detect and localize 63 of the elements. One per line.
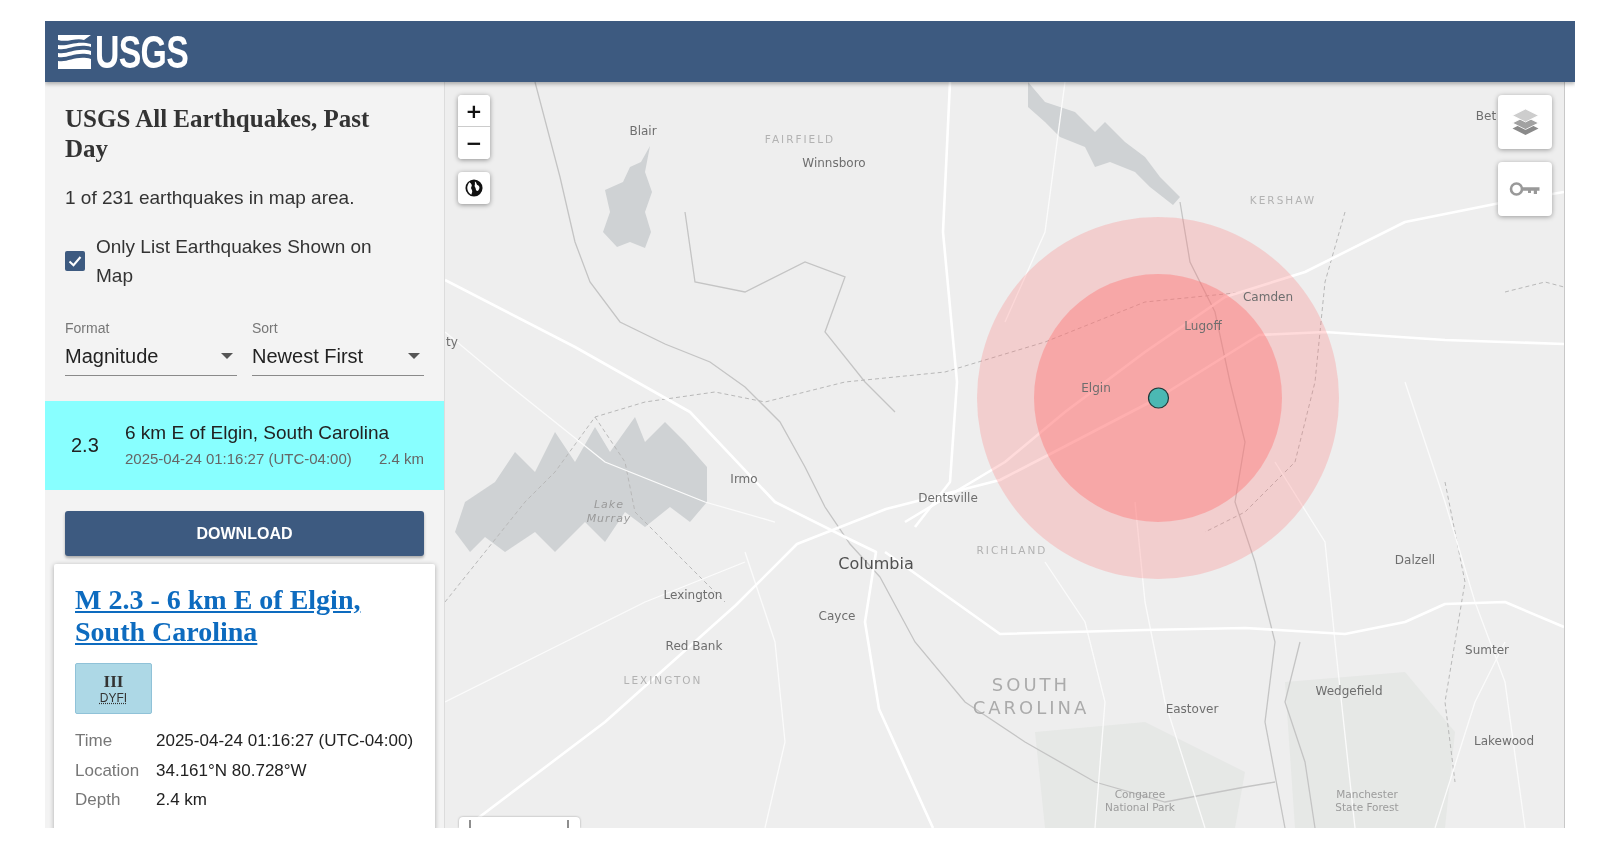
earthquake-time: 2025-04-24 01:16:27 (UTC-04:00) xyxy=(125,449,352,469)
county-label: FAIRFIELD xyxy=(764,133,836,145)
select-label: Format xyxy=(65,319,111,337)
event-title-link[interactable]: M 2.3 - 6 km E of Elgin, South Carolina xyxy=(75,584,429,648)
detail-label: Time xyxy=(75,730,114,752)
logo-text: USGS xyxy=(95,31,189,72)
county-label: KERSHAW xyxy=(1249,194,1317,206)
county-label: LEXINGTON xyxy=(623,674,703,686)
place-label: Lakewood xyxy=(1473,734,1535,748)
place-label: Elgin xyxy=(1081,381,1111,395)
zoom-out-button[interactable]: − xyxy=(458,127,490,159)
key-icon xyxy=(1509,181,1541,197)
earthquake-list-item[interactable]: 2.3 6 km E of Elgin, South Carolina 2025-04-24 01:16:27 (UTC-04:00) 2.4 km xyxy=(45,401,444,490)
panel-title: USGS All Earthquakes, Past Day xyxy=(65,104,371,164)
intensity-value: III xyxy=(103,671,124,691)
place-label: Dentsville xyxy=(918,491,978,505)
place-label: Eastover xyxy=(1165,702,1219,716)
dyfi-label: DYFI xyxy=(99,690,128,706)
county-label: RICHLAND xyxy=(976,544,1048,556)
state-label: SOUTH CAROLINA xyxy=(972,673,1090,719)
checkbox[interactable] xyxy=(65,251,85,271)
select-field[interactable]: Newest First xyxy=(252,337,424,376)
download-button[interactable]: DOWNLOAD xyxy=(65,511,424,556)
lake-label: Lake Murray xyxy=(586,498,632,526)
legend-button[interactable] xyxy=(1498,162,1552,216)
caret-icon xyxy=(221,353,233,359)
caret-icon xyxy=(408,353,420,359)
earthquake-depth: 2.4 km xyxy=(379,449,424,469)
city-label: Columbia xyxy=(838,553,914,573)
park-label: Congaree National Park xyxy=(1104,788,1176,814)
detail-value: 34.161°N 80.728°W xyxy=(156,759,308,782)
select-label: Sort xyxy=(252,319,279,337)
place-label: Sumter xyxy=(1465,643,1509,657)
globe-button[interactable] xyxy=(458,172,490,204)
place-label: Lexington xyxy=(663,588,723,602)
detail-value: 2.4 km xyxy=(156,789,209,811)
layers-button[interactable] xyxy=(1498,95,1552,149)
earthquake-place: 6 km E of Elgin, South Carolina xyxy=(125,421,391,445)
detail-label: Depth xyxy=(75,789,122,811)
place-label: Irmo xyxy=(730,472,758,486)
place-label: ty xyxy=(446,335,458,349)
magnitude-value: 2.3 xyxy=(71,433,100,457)
waves-logo-icon xyxy=(58,34,91,69)
result-count-text: 1 of 231 earthquakes in map area. xyxy=(65,186,356,210)
park-label: Manchester State Forest xyxy=(1334,788,1400,814)
select-field[interactable]: Magnitude xyxy=(65,337,237,376)
layers-icon xyxy=(1509,107,1541,137)
place-label: Camden xyxy=(1243,290,1293,304)
globe-icon xyxy=(465,179,483,197)
detail-label: Location xyxy=(75,759,141,782)
epicenter-marker-icon[interactable] xyxy=(1147,387,1170,409)
zoom-in-button[interactable]: + xyxy=(458,95,490,127)
place-label: Blair xyxy=(629,124,657,138)
place-label: Red Bank xyxy=(665,639,723,653)
place-label: Wedgefield xyxy=(1315,684,1383,698)
place-label: Lugoff xyxy=(1184,319,1222,333)
dyfi-badge[interactable]: III DYFI xyxy=(75,663,152,714)
place-label: Bet xyxy=(1475,109,1497,123)
place-label: Cayce xyxy=(818,609,856,623)
detail-value: 2025-04-24 01:16:27 (UTC-04:00) xyxy=(156,730,415,752)
checkbox-label[interactable]: Only List Earthquakes Shown on Map xyxy=(96,232,386,290)
place-label: Dalzell xyxy=(1394,553,1436,567)
place-label: Winnsboro xyxy=(802,156,866,170)
